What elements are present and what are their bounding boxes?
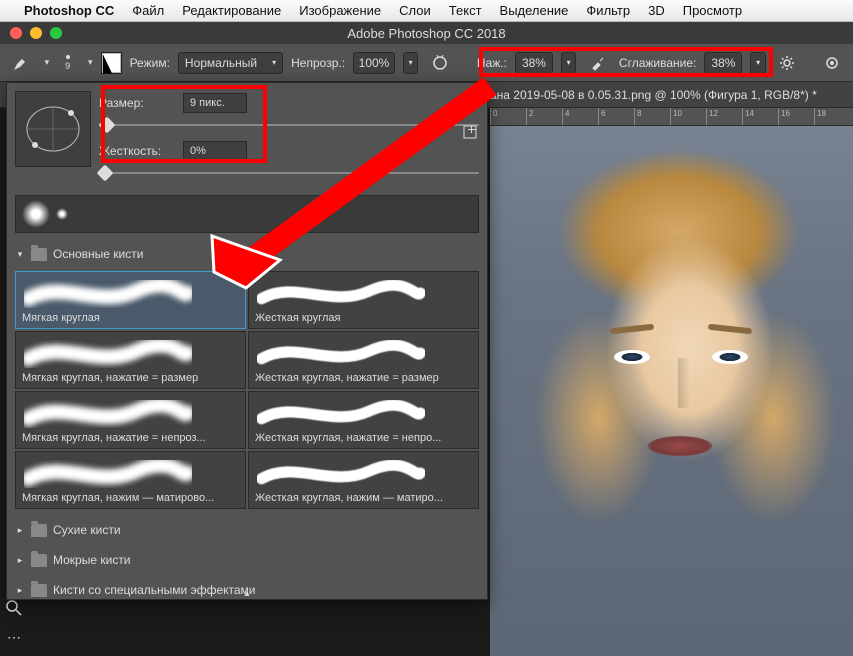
size-slider[interactable] [99,117,479,133]
hardness-input[interactable]: 0% [183,141,247,161]
brush-preset-name: Мягкая круглая, нажатие = размер [22,372,239,384]
brush-tip-preview[interactable] [15,91,91,167]
tool-dropdown-chev[interactable]: ▾ [45,57,50,68]
window-title-bar: Adobe Photoshop CC 2018 [0,22,853,44]
chevron-right-icon: ▸ [15,585,25,596]
menu-select[interactable]: Выделение [500,3,569,18]
menu-filter[interactable]: Фильтр [586,3,630,18]
menu-layers[interactable]: Слои [399,3,431,18]
document-tab[interactable]: ана 2019-05-08 в 0.05.31.png @ 100% (Фиг… [490,88,817,102]
opacity-input[interactable]: 100% [353,52,395,74]
brush-folder-dry[interactable]: ▸ Сухие кисти [15,517,479,543]
chevron-down-icon: ▾ [15,249,25,260]
menu-3d[interactable]: 3D [648,3,665,18]
menu-view[interactable]: Просмотр [683,3,742,18]
brush-preset-name: Жесткая круглая, нажатие = размер [255,372,472,384]
brush-preset-tile[interactable]: Мягкая круглая, нажатие = непроз... [15,391,246,449]
size-label: Размер: [99,96,175,110]
gear-icon[interactable] [774,49,801,77]
pressure-opacity-icon[interactable] [426,49,453,77]
menu-file[interactable]: Файл [132,3,164,18]
recent-brush-thumb[interactable] [22,200,50,228]
brush-preset-panel: Размер: 9 пикс. Жесткость: 0% [6,82,488,600]
recent-brush-thumb[interactable] [56,208,68,220]
gear-icon[interactable] [461,91,479,109]
pressure-chev[interactable]: ▾ [561,52,576,74]
window-close-button[interactable] [10,27,22,39]
brush-preset-name: Жесткая круглая [255,312,472,324]
resize-handle-icon[interactable]: ▴ [244,588,249,599]
airbrush-icon[interactable] [584,49,611,77]
brush-preset-tile[interactable]: Жесткая круглая, нажатие = непро... [248,391,479,449]
mac-menu-bar: Photoshop CC Файл Редактирование Изображ… [0,0,853,22]
brush-preset-name: Жесткая круглая, нажатие = непро... [255,432,472,444]
window-maximize-button[interactable] [50,27,62,39]
more-tools-icon[interactable]: ⋯ [7,629,21,646]
brush-preset-tile[interactable]: Жесткая круглая, нажим — матиро... [248,451,479,509]
pressure-label: Наж.: [477,56,507,70]
brush-preset-tile[interactable]: Мягкая круглая, нажатие = размер [15,331,246,389]
new-preset-icon[interactable] [461,123,479,141]
horizontal-ruler: 0 2 4 6 8 10 12 14 16 18 [490,108,853,126]
pressure-input[interactable]: 38% [515,52,553,74]
size-input[interactable]: 9 пикс. [183,93,247,113]
folder-icon [31,584,47,597]
folder-icon [31,554,47,567]
brush-preset-tile[interactable]: Жесткая круглая, нажатие = размер [248,331,479,389]
canvas[interactable] [490,126,853,656]
menu-image[interactable]: Изображение [299,3,381,18]
app-name[interactable]: Photoshop CC [24,3,114,18]
swap-color-icon[interactable] [101,52,122,74]
recent-brushes-strip [15,195,479,233]
brush-folder-wet[interactable]: ▸ Мокрые кисти [15,547,479,573]
pressure-size-icon[interactable] [818,49,845,77]
opacity-chev[interactable]: ▾ [403,52,418,74]
opacity-label: Непрозр.: [291,56,345,70]
hardness-slider[interactable] [99,165,479,181]
brush-preset-thumb[interactable]: 9 [57,49,78,77]
brush-preset-name: Мягкая круглая, нажим — матирово... [22,492,239,504]
smoothing-label: Сглаживание: [619,56,696,70]
hardness-label: Жесткость: [99,144,175,158]
menu-text[interactable]: Текст [449,3,482,18]
brush-preset-name: Мягкая круглая, нажатие = непроз... [22,432,239,444]
brush-tool-icon[interactable] [8,49,35,77]
brush-preset-tile[interactable]: Мягкая круглая, нажим — матирово... [15,451,246,509]
options-bar: ▾ 9 ▾ Режим: Нормальный ▾ Непрозр.: 100%… [0,44,853,82]
chevron-right-icon: ▸ [15,525,25,536]
brush-preset-name: Жесткая круглая, нажим — матиро... [255,492,472,504]
brush-folder-basic[interactable]: ▾ Основные кисти [15,241,479,267]
brush-preset-name: Мягкая круглая [22,312,239,324]
brush-preset-tile[interactable]: Мягкая круглая [15,271,246,329]
window-title: Adobe Photoshop CC 2018 [347,26,505,41]
menu-edit[interactable]: Редактирование [182,3,281,18]
mode-label: Режим: [130,56,170,70]
folder-icon [31,248,47,261]
canvas-image [490,126,853,656]
brush-preset-chev[interactable]: ▾ [88,57,93,68]
window-minimize-button[interactable] [30,27,42,39]
chevron-right-icon: ▸ [15,555,25,566]
smoothing-input[interactable]: 38% [704,52,742,74]
folder-icon [31,524,47,537]
mode-select[interactable]: Нормальный ▾ [178,52,283,74]
smoothing-chev[interactable]: ▾ [750,52,765,74]
brush-preset-tile[interactable]: Жесткая круглая [248,271,479,329]
